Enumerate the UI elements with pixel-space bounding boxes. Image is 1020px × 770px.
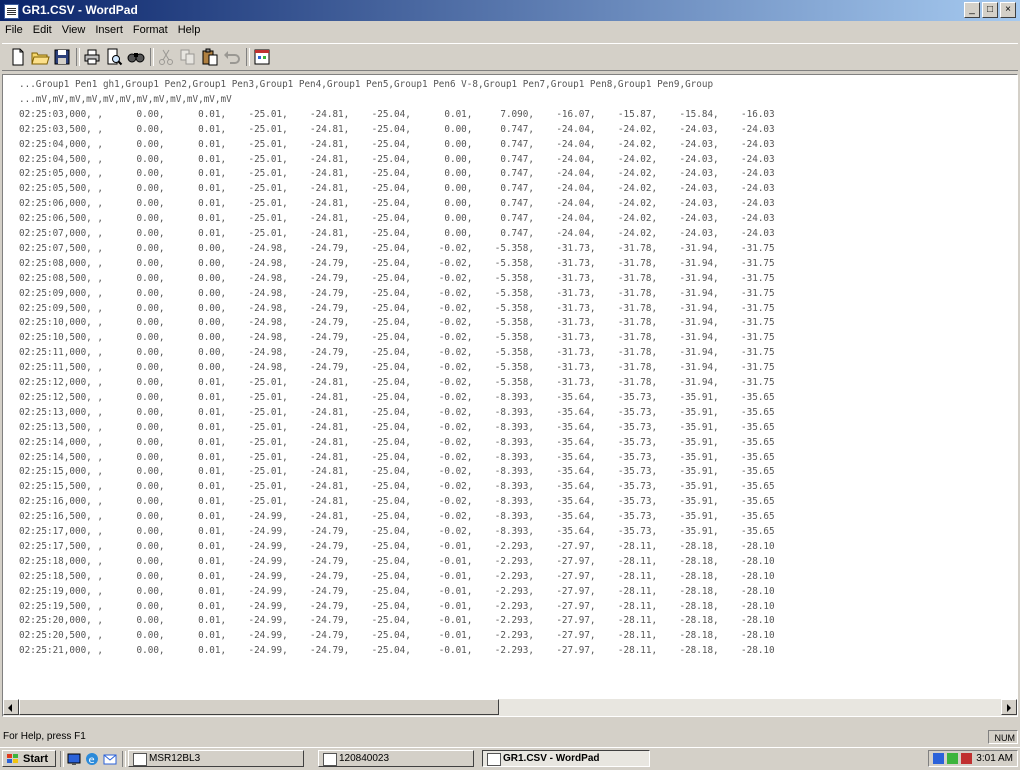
data-line: 02:25:16,000, , 0.00, 0.01, -25.01, -24.…: [19, 496, 775, 508]
data-line: 02:25:19,500, , 0.00, 0.01, -24.99, -24.…: [19, 600, 775, 612]
folder-icon: [323, 753, 337, 766]
menu-edit[interactable]: Edit: [28, 24, 57, 36]
close-button[interactable]: ×: [1000, 2, 1016, 18]
data-line: 02:25:14,000, , 0.00, 0.01, -25.01, -24.…: [19, 436, 775, 448]
document-frame: ...Group1 Pen1 gh1,Group1 Pen2,Group1 Pe…: [2, 74, 1018, 717]
data-line: 02:25:03,500, , 0.00, 0.01, -25.01, -24.…: [19, 123, 775, 135]
window-icon: [133, 753, 147, 766]
outlook-express-icon[interactable]: [102, 751, 118, 767]
data-line: 02:25:09,000, , 0.00, 0.00, -24.98, -24.…: [19, 287, 775, 299]
start-button[interactable]: Start: [2, 750, 56, 767]
data-line: 02:25:12,500, , 0.00, 0.01, -25.01, -24.…: [19, 391, 775, 403]
task-button-msr12bl3[interactable]: MSR12BL3: [128, 750, 304, 767]
task-label: MSR12BL3: [149, 753, 201, 764]
data-line: 02:25:13,000, , 0.00, 0.01, -25.01, -24.…: [19, 406, 775, 418]
data-line: 02:25:06,000, , 0.00, 0.01, -25.01, -24.…: [19, 198, 775, 210]
taskbar-separator: [122, 751, 126, 767]
data-line: 02:25:05,000, , 0.00, 0.01, -25.01, -24.…: [19, 168, 775, 180]
data-line: 02:25:10,000, , 0.00, 0.00, -24.98, -24.…: [19, 317, 775, 329]
standard-toolbar: [2, 43, 1018, 71]
data-line: 02:25:11,000, , 0.00, 0.00, -24.98, -24.…: [19, 347, 775, 359]
open-folder-icon[interactable]: [30, 47, 50, 67]
menu-insert[interactable]: Insert: [90, 24, 128, 36]
copy-icon[interactable]: [178, 47, 198, 67]
volume-icon[interactable]: [947, 753, 958, 764]
scroll-left-button[interactable]: [3, 699, 19, 715]
internet-explorer-icon[interactable]: e: [84, 751, 100, 767]
data-line: 02:25:13,500, , 0.00, 0.01, -25.01, -24.…: [19, 421, 775, 433]
scroll-right-button[interactable]: [1001, 699, 1017, 715]
data-line: 02:25:04,000, , 0.00, 0.01, -25.01, -24.…: [19, 138, 775, 150]
wordpad-app-icon[interactable]: [4, 4, 19, 19]
task-button-120840023[interactable]: 120840023: [318, 750, 474, 767]
horizontal-scrollbar[interactable]: [3, 699, 1017, 716]
network-icon[interactable]: [933, 753, 944, 764]
data-line: 02:25:07,500, , 0.00, 0.00, -24.98, -24.…: [19, 242, 775, 254]
system-tray: 3:01 AM: [928, 750, 1018, 767]
data-line: 02:25:16,500, , 0.00, 0.01, -24.99, -24.…: [19, 511, 775, 523]
maximize-button[interactable]: □: [982, 2, 998, 18]
document-text-area[interactable]: ...Group1 Pen1 gh1,Group1 Pen2,Group1 Pe…: [3, 75, 1017, 699]
task-button-wordpad[interactable]: GR1.CSV - WordPad: [482, 750, 650, 767]
scroll-thumb[interactable]: [19, 699, 499, 715]
wordpad-icon: [487, 753, 501, 766]
header-line: ...mV,mV,mV,mV,mV,mV,mV,mV,mV,mV,mV,mV: [19, 93, 232, 105]
antivirus-icon[interactable]: [961, 753, 972, 764]
find-icon[interactable]: [126, 47, 146, 67]
data-line: 02:25:15,000, , 0.00, 0.01, -25.01, -24.…: [19, 466, 775, 478]
taskbar: Start e MSR12BL3 120840023 GR1.CSV - Wor…: [0, 747, 1020, 770]
svg-text:e: e: [89, 755, 95, 766]
data-line: 02:25:20,500, , 0.00, 0.01, -24.99, -24.…: [19, 630, 775, 642]
toolbar-separator: [150, 48, 154, 66]
menu-view[interactable]: View: [57, 24, 91, 36]
menu-format[interactable]: Format: [128, 24, 173, 36]
save-icon[interactable]: [52, 47, 72, 67]
paste-icon[interactable]: [200, 47, 220, 67]
show-desktop-icon[interactable]: [66, 751, 82, 767]
minimize-button[interactable]: _: [964, 2, 980, 18]
data-line: 02:25:17,500, , 0.00, 0.01, -24.99, -24.…: [19, 540, 775, 552]
data-line: 02:25:03,000, , 0.00, 0.01, -25.01, -24.…: [19, 108, 775, 120]
menu-file[interactable]: File: [0, 24, 28, 36]
toolbar-separator: [76, 48, 80, 66]
data-line: 02:25:18,000, , 0.00, 0.01, -24.99, -24.…: [19, 555, 775, 567]
new-document-icon[interactable]: [8, 47, 28, 67]
print-icon[interactable]: [82, 47, 102, 67]
data-line: 02:25:10,500, , 0.00, 0.00, -24.98, -24.…: [19, 332, 775, 344]
data-line: 02:25:05,500, , 0.00, 0.01, -25.01, -24.…: [19, 183, 775, 195]
task-label: GR1.CSV - WordPad: [503, 753, 600, 764]
menu-bar: File Edit View Insert Format Help: [0, 21, 1020, 39]
data-line: 02:25:17,000, , 0.00, 0.01, -24.99, -24.…: [19, 526, 775, 537]
data-line: 02:25:11,500, , 0.00, 0.00, -24.98, -24.…: [19, 362, 775, 374]
taskbar-separator: [60, 751, 64, 767]
data-line: 02:25:19,000, , 0.00, 0.01, -24.99, -24.…: [19, 585, 775, 597]
toolbar-separator: [246, 48, 250, 66]
print-preview-icon[interactable]: [104, 47, 124, 67]
undo-icon[interactable]: [222, 47, 242, 67]
status-bar: For Help, press F1 NUM: [0, 729, 1020, 747]
title-bar[interactable]: GR1.CSV - WordPad _ □ ×: [0, 0, 1020, 21]
data-line: 02:25:21,000, , 0.00, 0.01, -24.99, -24.…: [19, 645, 775, 657]
taskbar-clock[interactable]: 3:01 AM: [976, 753, 1013, 764]
data-line: 02:25:14,500, , 0.00, 0.01, -25.01, -24.…: [19, 451, 775, 463]
data-line: 02:25:15,500, , 0.00, 0.01, -25.01, -24.…: [19, 481, 775, 493]
header-line: ...Group1 Pen1 gh1,Group1 Pen2,Group1 Pe…: [19, 79, 714, 90]
num-lock-indicator: NUM: [988, 730, 1018, 744]
data-line: 02:25:08,500, , 0.00, 0.00, -24.98, -24.…: [19, 272, 775, 284]
data-line: 02:25:08,000, , 0.00, 0.00, -24.98, -24.…: [19, 257, 775, 269]
cut-icon[interactable]: [156, 47, 176, 67]
data-line: 02:25:12,000, , 0.00, 0.01, -25.01, -24.…: [19, 377, 775, 388]
data-line: 02:25:18,500, , 0.00, 0.01, -24.99, -24.…: [19, 570, 775, 582]
data-line: 02:25:09,500, , 0.00, 0.00, -24.98, -24.…: [19, 302, 775, 314]
status-help-text: For Help, press F1: [3, 731, 86, 742]
data-line: 02:25:07,000, , 0.00, 0.01, -25.01, -24.…: [19, 228, 775, 239]
task-label: 120840023: [339, 753, 390, 764]
data-line: 02:25:20,000, , 0.00, 0.01, -24.99, -24.…: [19, 615, 775, 627]
data-line: 02:25:06,500, , 0.00, 0.01, -25.01, -24.…: [19, 213, 775, 225]
menu-help[interactable]: Help: [173, 24, 206, 36]
insert-datetime-icon[interactable]: [252, 47, 272, 67]
data-line: 02:25:04,500, , 0.00, 0.01, -25.01, -24.…: [19, 153, 775, 165]
window-title: GR1.CSV - WordPad: [22, 3, 138, 17]
